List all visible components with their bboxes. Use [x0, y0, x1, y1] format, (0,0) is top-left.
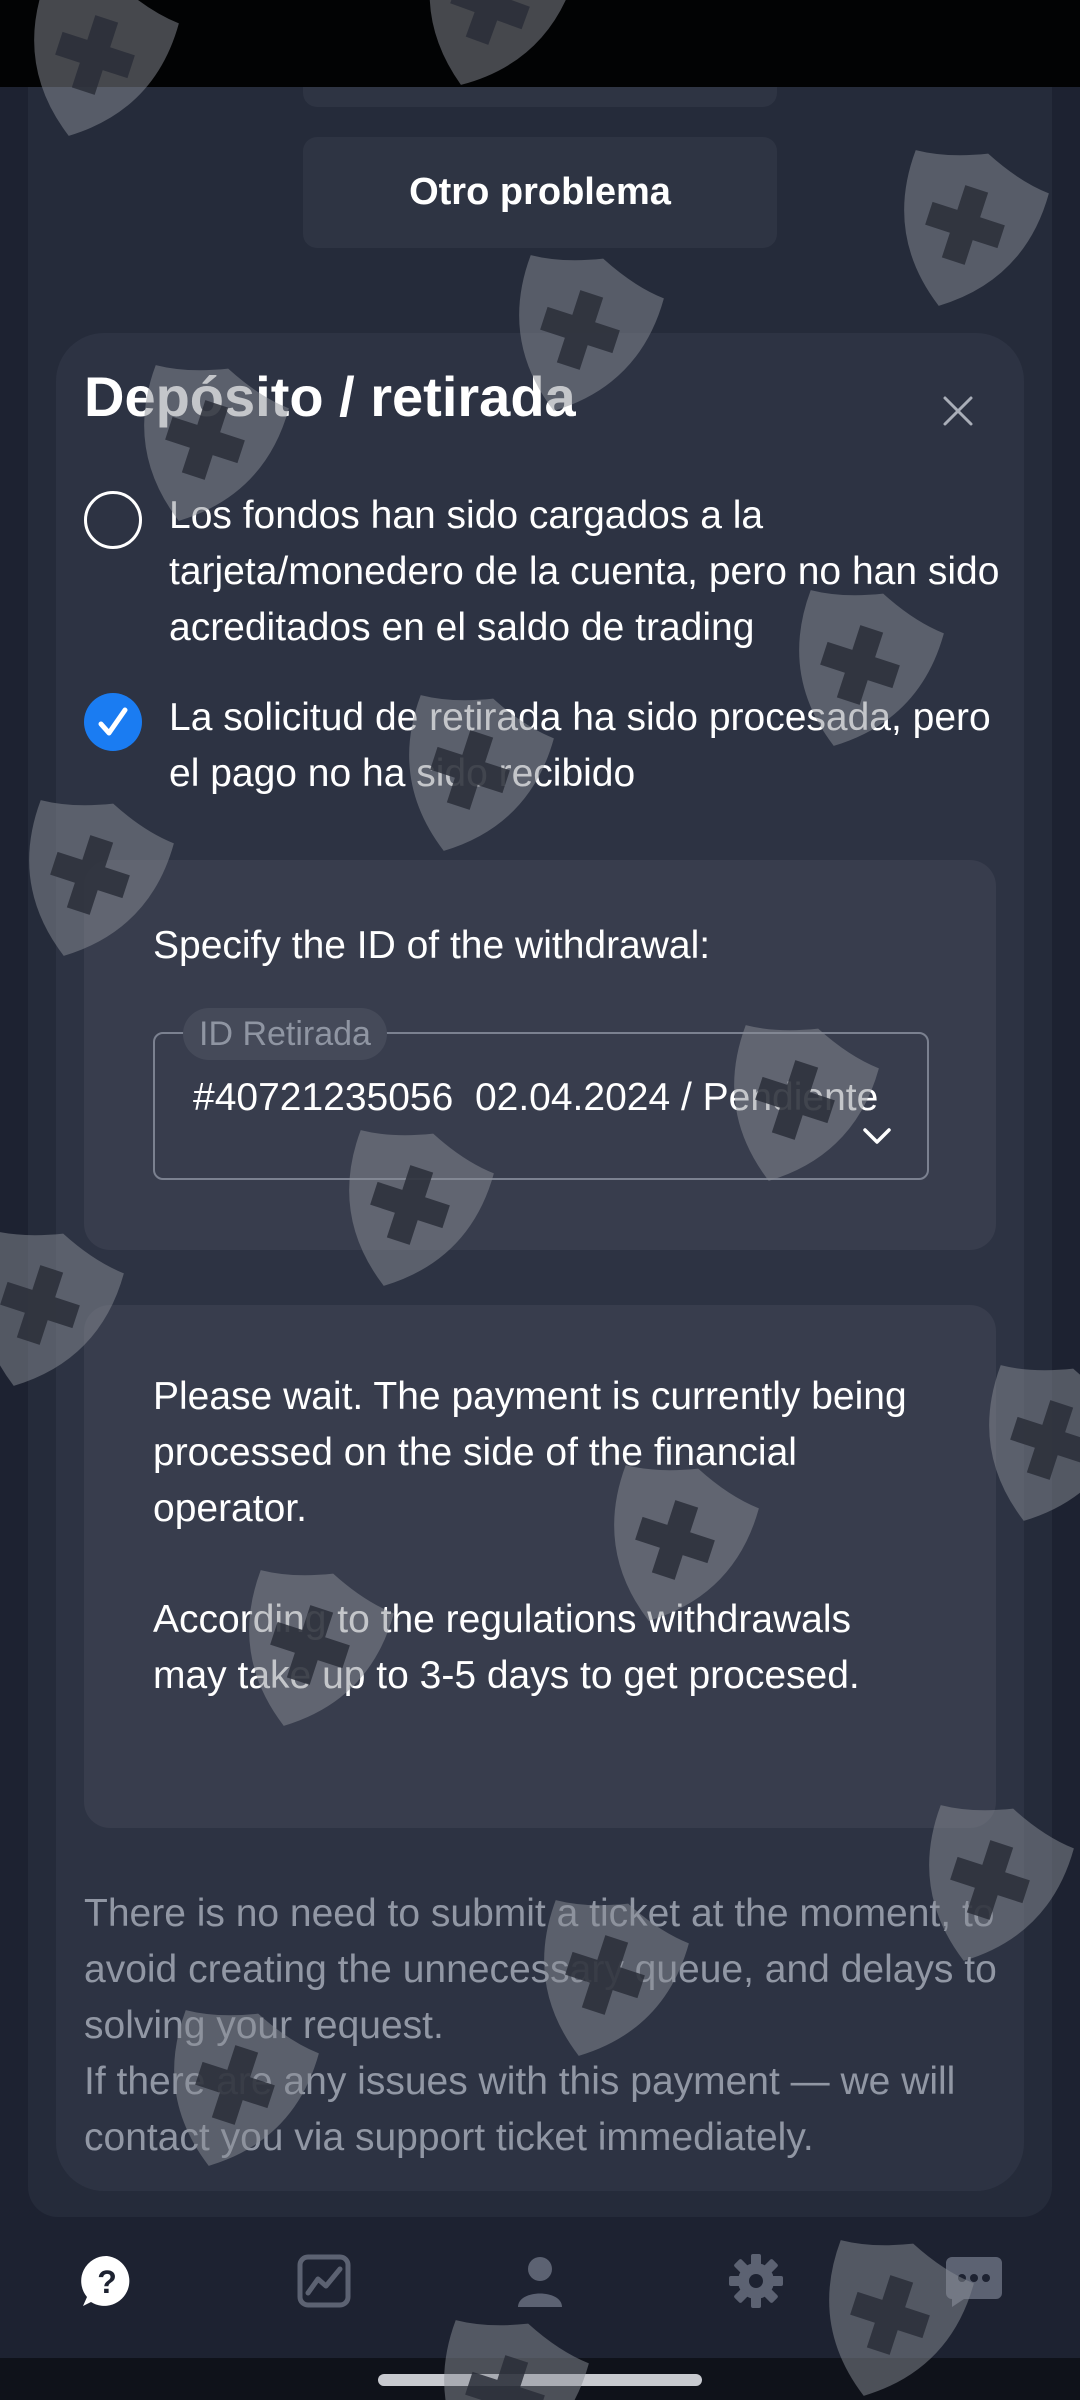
deposit-withdrawal-card: Depósito / retirada Los fondos han sido … — [56, 333, 1024, 2191]
ticket-note-line2: If there are any issues with this paymen… — [84, 2060, 956, 2159]
payment-info-section: Please wait. The payment is currently be… — [84, 1305, 996, 1828]
close-icon[interactable] — [926, 379, 990, 443]
ticket-note-line1: There is no need to submit a ticket at t… — [84, 1892, 997, 2047]
withdrawal-id-value: #40721235056 02.04.2024 / Pendiente — [193, 1076, 879, 1119]
option-label: La solicitud de retirada ha sido procesa… — [169, 696, 991, 795]
radio-unchecked[interactable] — [84, 491, 142, 549]
radio-checked[interactable] — [84, 693, 142, 751]
home-indicator[interactable] — [378, 2374, 702, 2386]
gesture-bar — [0, 2358, 1080, 2400]
withdrawal-id-prompt: Specify the ID of the withdrawal: — [153, 924, 711, 967]
svg-text:?: ? — [97, 2264, 117, 2300]
ticket-note: There is no need to submit a ticket at t… — [84, 1886, 1014, 2166]
previous-problem-button[interactable] — [303, 87, 777, 107]
regulations-text: According to the regulations withdrawals… — [153, 1598, 860, 1697]
card-title: Depósito / retirada — [84, 365, 576, 428]
other-problem-button[interactable]: Otro problema — [303, 137, 777, 248]
profile-icon[interactable] — [508, 2249, 572, 2313]
help-icon[interactable]: ? — [75, 2249, 139, 2313]
checkmark-icon — [98, 707, 128, 736]
withdrawal-id-select[interactable]: ID Retirada #40721235056 02.04.2024 / Pe… — [153, 1008, 929, 1180]
withdrawal-id-label: ID Retirada — [183, 1008, 387, 1060]
bottom-nav: ? — [0, 2217, 1080, 2347]
settings-icon[interactable] — [724, 2249, 788, 2313]
status-bar — [0, 0, 1080, 87]
chevron-down-icon[interactable] — [861, 1126, 893, 1146]
option-label: Los fondos han sido cargados a la tarjet… — [169, 494, 1000, 649]
chat-icon[interactable] — [942, 2249, 1006, 2313]
option-funds-not-credited[interactable]: Los fondos han sido cargados a la tarjet… — [84, 488, 1014, 658]
payment-processing-text: Please wait. The payment is currently be… — [153, 1375, 907, 1530]
withdrawal-id-section: Specify the ID of the withdrawal: ID Ret… — [84, 860, 996, 1250]
option-payment-not-received[interactable]: La solicitud de retirada ha sido procesa… — [84, 690, 1014, 802]
chart-icon[interactable] — [292, 2249, 356, 2313]
